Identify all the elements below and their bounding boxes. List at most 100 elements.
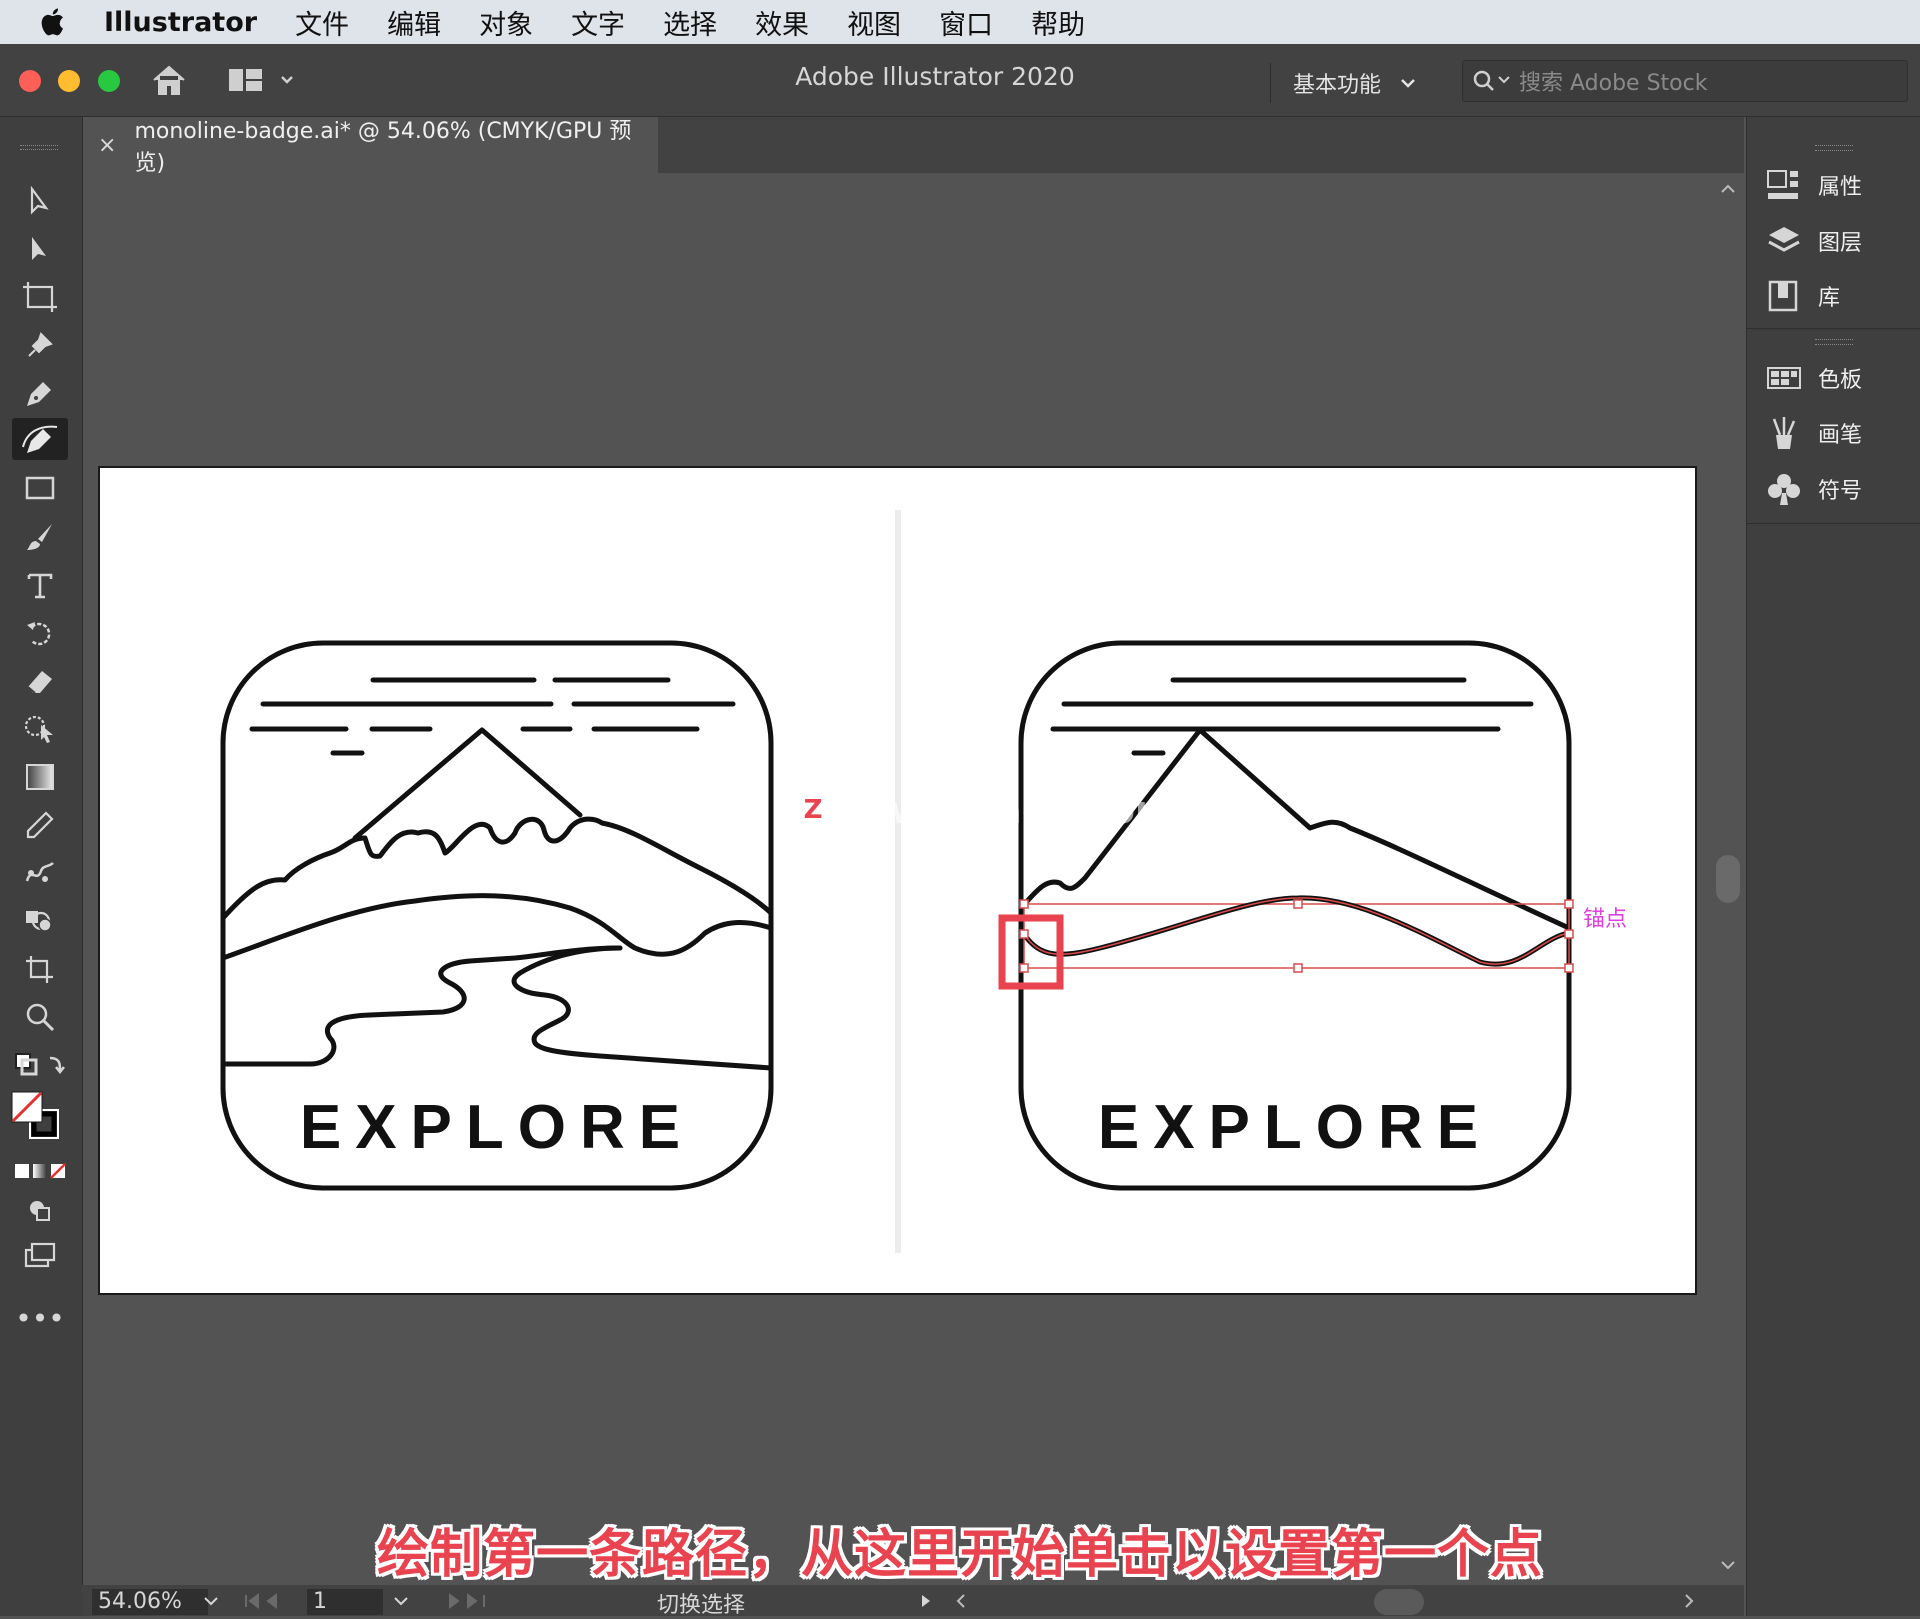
app-menu[interactable]: Illustrator	[104, 7, 257, 38]
default-colors-icon	[15, 1053, 65, 1076]
color-gradient-none-icon	[15, 1163, 66, 1179]
libraries-icon	[1768, 280, 1798, 312]
properties-icon	[1767, 170, 1798, 199]
symbols-icon	[1768, 474, 1800, 505]
chevron-down-icon	[1401, 79, 1415, 88]
screen-mode-button[interactable]	[12, 1234, 68, 1276]
artboard-crop-tool[interactable]	[12, 948, 68, 990]
artwork-canvas[interactable]: EXPLORE 锚点 EXPLORE	[100, 468, 1695, 1293]
edit-toolbar-button[interactable]: •••	[12, 1298, 68, 1340]
artboard-dropdown-icon[interactable]	[392, 1595, 410, 1607]
eraser-icon	[27, 671, 52, 694]
draw-mode-button[interactable]	[12, 1190, 68, 1232]
menu-edit[interactable]: 编辑	[387, 3, 441, 42]
scroll-right-icon[interactable]	[1682, 1593, 1696, 1609]
search-icon	[1473, 70, 1510, 91]
scroll-thumb[interactable]	[1716, 855, 1740, 903]
watermark-text: www.MacZ.com	[841, 788, 1175, 832]
gradient-tool[interactable]	[12, 756, 68, 798]
status-bar: 54.06% 1 切换选择	[82, 1585, 1744, 1618]
stock-search-input[interactable]: 搜索 Adobe Stock	[1519, 65, 1707, 97]
fill-none-stroke-black-icon	[11, 1091, 59, 1139]
shape-builder-tool[interactable]	[12, 708, 68, 750]
swatches-icon	[1767, 367, 1801, 389]
menu-type[interactable]: 文字	[571, 3, 625, 42]
layers-icon	[1768, 227, 1800, 252]
tutorial-caption: 绘制第一条路径，从这里开始单击以设置第一个点	[376, 1525, 1543, 1585]
zoom-tool[interactable]	[12, 996, 68, 1038]
eyedropper-tool[interactable]	[12, 804, 68, 846]
panel-grip[interactable]	[1815, 339, 1853, 345]
zoom-field[interactable]: 54.06%	[92, 1589, 208, 1615]
artboard[interactable]: EXPLORE 锚点 EXPLORE	[98, 466, 1697, 1295]
workspace-switcher[interactable]: 基本功能	[1270, 63, 1463, 103]
zoom-value: 54.06%	[98, 1589, 182, 1614]
eraser-tool[interactable]	[12, 660, 68, 702]
first-prev-artboard-icon[interactable]	[242, 1593, 292, 1609]
rotate-tool[interactable]	[12, 612, 68, 654]
zoom-icon	[26, 1003, 55, 1032]
blend-tool[interactable]	[12, 852, 68, 894]
zoom-dropdown-icon[interactable]	[202, 1595, 220, 1607]
shape-builder-icon	[24, 715, 53, 743]
rectangle-tool[interactable]	[12, 468, 68, 510]
menu-select[interactable]: 选择	[663, 3, 717, 42]
workspace-label: 基本功能	[1293, 73, 1382, 98]
document-tab[interactable]: × monoline-badge.ai* @ 54.06% (CMYK/GPU …	[82, 117, 658, 176]
rotate-icon	[27, 622, 51, 646]
horizontal-scroll-thumb[interactable]	[1374, 1589, 1424, 1615]
more-icon: •••	[15, 1302, 65, 1335]
type-tool[interactable]	[12, 564, 68, 606]
brushes-icon	[1772, 417, 1796, 449]
menu-effect[interactable]: 效果	[755, 3, 809, 42]
next-last-artboard-icon[interactable]	[442, 1593, 492, 1609]
scroll-left-icon[interactable]	[954, 1593, 968, 1609]
panel-properties[interactable]: 属性	[1766, 163, 1862, 207]
panel-grip[interactable]	[1815, 145, 1853, 151]
toolbar-grip[interactable]	[20, 145, 58, 150]
draw-mode-icon	[30, 1201, 50, 1221]
paintbrush-tool[interactable]	[12, 516, 68, 558]
selection-arrow-icon	[30, 186, 49, 215]
direct-selection-icon	[32, 237, 46, 260]
symbol-sprayer-tool[interactable]	[12, 900, 68, 942]
panel-layers[interactable]: 图层	[1766, 219, 1862, 263]
selection-tool[interactable]	[12, 180, 68, 222]
panel-swatches[interactable]: 色板	[1766, 356, 1862, 400]
menu-object[interactable]: 对象	[479, 3, 533, 42]
menu-file[interactable]: 文件	[295, 3, 349, 42]
panel-libraries[interactable]: 库	[1766, 274, 1840, 318]
mac-menubar: Illustrator 文件 编辑 对象 文字 选择 效果 视图 窗口 帮助	[0, 0, 1920, 44]
apple-icon[interactable]	[38, 6, 70, 38]
panel-dock	[1746, 117, 1920, 1616]
eyedropper-icon	[26, 811, 54, 839]
stock-search[interactable]: 搜索 Adobe Stock	[1462, 60, 1908, 102]
close-tab-icon[interactable]: ×	[98, 133, 116, 158]
direct-selection-tool[interactable]	[12, 228, 68, 270]
menu-window[interactable]: 窗口	[939, 3, 993, 42]
type-icon	[27, 573, 53, 599]
menu-view[interactable]: 视图	[847, 3, 901, 42]
artboard-number-field[interactable]: 1	[307, 1589, 383, 1615]
curvature-tool[interactable]	[12, 418, 68, 460]
panel-label: 图层	[1818, 231, 1863, 256]
curvature-pen-icon	[22, 425, 58, 453]
color-mode-buttons[interactable]	[12, 1150, 68, 1192]
pen-tool[interactable]	[12, 372, 68, 414]
artboard-tool[interactable]	[12, 276, 68, 318]
pen-icon	[27, 382, 51, 406]
fill-stroke-swatch[interactable]	[10, 1090, 70, 1146]
left-badge-text: EXPLORE	[300, 1093, 694, 1162]
rectangle-icon	[25, 476, 55, 500]
vertical-scrollbar[interactable]	[1712, 173, 1744, 1583]
watermark: Z www.MacZ.com	[795, 788, 1175, 832]
panel-brushes[interactable]: 画笔	[1766, 411, 1862, 455]
panel-symbols[interactable]: 符号	[1766, 467, 1862, 511]
panel-divider	[1747, 328, 1920, 329]
scroll-up-icon[interactable]	[1720, 183, 1736, 195]
swap-fill-stroke[interactable]	[12, 1044, 68, 1086]
status-menu-icon[interactable]	[918, 1593, 934, 1609]
pin-tool[interactable]	[12, 324, 68, 366]
panel-label: 库	[1818, 286, 1841, 311]
menu-help[interactable]: 帮助	[1031, 3, 1085, 42]
